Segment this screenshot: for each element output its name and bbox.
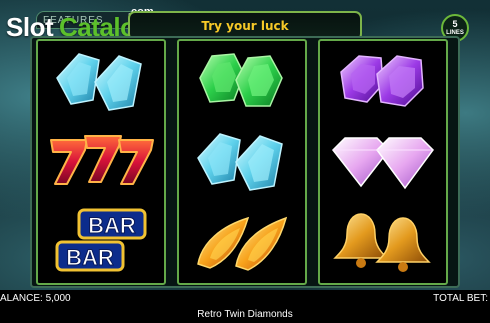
status-bar: ALANCE: 5,000 TOTAL BET: Retro Twin Diam… xyxy=(0,290,490,323)
svg-text:BAR: BAR xyxy=(88,213,136,238)
pink-diamond-icon xyxy=(332,137,434,190)
bell-icon xyxy=(333,213,431,272)
reel-3 xyxy=(318,39,448,285)
lines-count: 5 xyxy=(452,19,458,29)
svg-text:BAR: BAR xyxy=(66,245,114,270)
symbol-double-bar: BAR BAR xyxy=(38,201,164,281)
seven-icon xyxy=(50,135,154,185)
banner-text: Try your luck xyxy=(201,19,289,33)
symbol-purple-diamond xyxy=(320,41,446,121)
bar-icon: BAR BAR xyxy=(55,208,147,272)
blue-diamond-icon xyxy=(197,133,283,191)
symbol-blue-diamond xyxy=(38,41,164,121)
orange-gem-icon xyxy=(197,216,288,271)
symbol-green-diamond xyxy=(179,41,305,121)
game-title: Retro Twin Diamonds xyxy=(197,309,293,320)
reel-1: BAR BAR xyxy=(36,39,166,285)
balance-display: ALANCE: 5,000 xyxy=(0,293,71,304)
reel-2 xyxy=(177,39,307,285)
blue-diamond-icon xyxy=(56,53,142,111)
symbol-pink-diamond xyxy=(320,121,446,201)
symbol-golden-bells xyxy=(320,201,446,281)
total-bet-display: TOTAL BET: xyxy=(433,293,488,304)
purple-diamond-icon xyxy=(340,55,424,107)
symbol-blue-diamond xyxy=(179,121,305,201)
symbol-triple-seven xyxy=(38,121,164,201)
green-diamond-icon xyxy=(199,53,283,107)
symbol-orange-gem xyxy=(179,201,305,281)
